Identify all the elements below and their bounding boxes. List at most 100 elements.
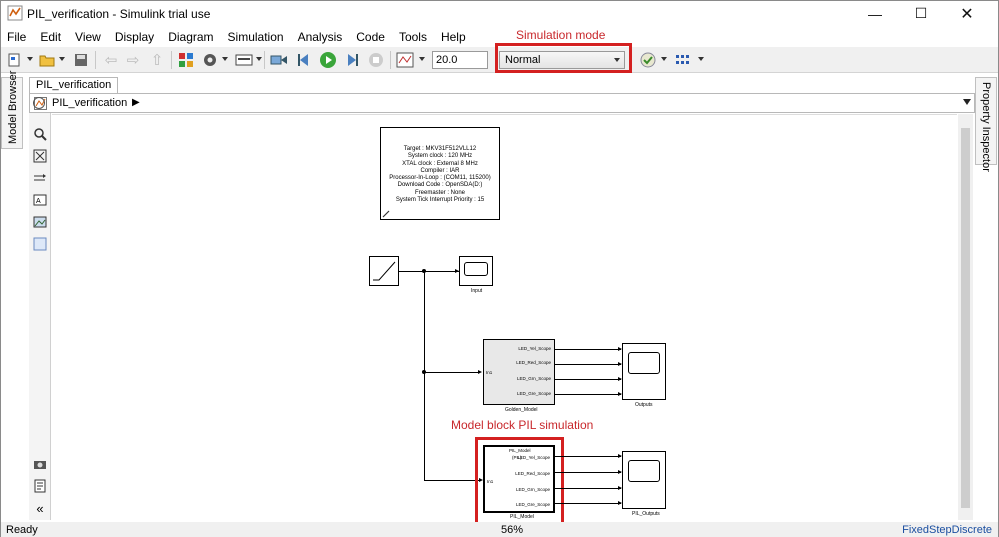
vertical-scrollbar[interactable] — [958, 114, 973, 520]
golden-port-3: LED_Grn_Scope — [516, 376, 551, 381]
step-backward-icon[interactable] — [294, 50, 314, 70]
model-browser-tab[interactable]: Model Browser — [1, 71, 23, 149]
collapse-palette-icon[interactable]: « — [33, 501, 47, 516]
golden-port-4: LED_Gre_Scope — [516, 391, 551, 396]
step-back-icon[interactable] — [269, 50, 289, 70]
library-browser-icon[interactable] — [176, 50, 196, 70]
pil-outputs-scope-block[interactable] — [622, 451, 666, 509]
golden-port-1: LED_Yel_Scope — [518, 346, 551, 351]
title-bar: PIL_verification - Simulink trial use — … — [1, 1, 998, 26]
signal-line — [399, 271, 459, 272]
pil-outputs-scope-label: PIL_Outputs — [632, 511, 660, 517]
ramp-icon — [373, 261, 396, 281]
simulation-mode-highlight — [495, 43, 632, 73]
arrowhead-icon — [478, 370, 482, 374]
up-arrow-icon[interactable]: ⇧ — [147, 50, 167, 70]
signal-line — [555, 394, 621, 395]
annotation-icon[interactable]: A — [33, 193, 47, 207]
property-inspector-tab[interactable]: Property Inspector — [975, 77, 997, 172]
save-icon[interactable] — [71, 50, 91, 70]
branch-point — [422, 370, 426, 374]
pencil-icon — [382, 210, 390, 218]
forward-arrow-icon[interactable]: ⇨ — [123, 50, 143, 70]
solver-link[interactable]: FixedStepDiscrete — [902, 524, 992, 536]
menu-tools[interactable]: Tools — [399, 30, 427, 44]
golden-model-in-port: In1 — [486, 370, 493, 375]
menu-analysis[interactable]: Analysis — [298, 30, 343, 44]
menu-edit[interactable]: Edit — [40, 30, 61, 44]
signal-line — [555, 456, 621, 457]
stop-time-field[interactable] — [432, 51, 488, 69]
fit-to-view-icon[interactable] — [33, 149, 47, 163]
menu-view[interactable]: View — [75, 30, 101, 44]
signal-line — [555, 349, 621, 350]
menu-display[interactable]: Display — [115, 30, 154, 44]
area-icon[interactable] — [33, 237, 47, 251]
breadcrumb[interactable]: PIL_verification — [52, 97, 127, 109]
camera-icon[interactable] — [33, 457, 47, 471]
signal-scope-icon[interactable] — [395, 50, 415, 70]
minimize-button[interactable]: — — [852, 1, 898, 26]
window-title: PIL_verification - Simulink trial use — [27, 7, 211, 21]
pil-model-highlight — [475, 437, 564, 526]
outputs-scope-label: Outputs — [635, 402, 653, 408]
maximize-button[interactable]: ☐ — [898, 1, 944, 26]
input-scope-block[interactable] — [459, 256, 493, 286]
zoom-level: 56% — [501, 524, 524, 536]
report-icon[interactable] — [33, 479, 47, 493]
signal-line — [424, 372, 480, 373]
arrow-connect-icon[interactable] — [33, 171, 47, 185]
breadcrumb-arrow-icon[interactable]: ▶ — [132, 97, 140, 108]
open-folder-icon[interactable] — [37, 50, 57, 70]
model-info-text: Target : MKV31F512VLL12 System clock : 1… — [389, 146, 491, 204]
ramp-source-block[interactable] — [369, 256, 399, 286]
breadcrumb-bar: PIL_verification ▶ — [29, 93, 975, 113]
signal-line — [555, 472, 621, 473]
menu-file[interactable]: File — [7, 30, 26, 44]
signal-line — [555, 488, 621, 489]
simulink-app-icon — [7, 5, 23, 21]
simulation-mode-annotation: Simulation mode — [516, 28, 606, 42]
model-settings-gear-icon[interactable] — [200, 50, 220, 70]
golden-port-2: LED_Red_Scope — [516, 360, 551, 365]
menu-diagram[interactable]: Diagram — [168, 30, 213, 44]
signal-branch-line — [424, 271, 425, 480]
model-explorer-icon[interactable] — [234, 50, 254, 70]
outputs-scope-block[interactable] — [622, 343, 666, 400]
signal-line — [555, 503, 621, 504]
run-icon[interactable] — [318, 50, 338, 70]
model-info-block[interactable]: Target : MKV31F512VLL12 System clock : 1… — [380, 127, 500, 220]
golden-model-block[interactable]: In1 LED_Yel_Scope LED_Red_Scope LED_Grn_… — [483, 339, 555, 405]
close-button[interactable]: ✕ — [944, 1, 990, 26]
breadcrumb-menu-chevron-icon[interactable] — [963, 99, 971, 105]
scrollbar-thumb[interactable] — [961, 128, 970, 508]
simulink-window: PIL_verification - Simulink trial use — … — [0, 0, 999, 537]
property-inspector-label: Property Inspector — [980, 82, 992, 172]
scope-screen-icon — [464, 262, 488, 276]
diagram-canvas[interactable]: Target : MKV31F512VLL12 System clock : 1… — [52, 114, 957, 526]
step-forward-icon[interactable] — [342, 50, 362, 70]
scope-screen-icon — [628, 352, 660, 374]
editor-tab-strip: PIL_verification — [25, 77, 973, 93]
scope-screen-icon — [628, 460, 660, 482]
menu-help[interactable]: Help — [441, 30, 466, 44]
input-scope-label: Input — [471, 288, 483, 294]
data-grid-icon[interactable] — [674, 50, 694, 70]
stop-icon[interactable] — [366, 50, 386, 70]
palette: A « — [29, 113, 51, 520]
model-advisor-check-icon[interactable] — [638, 50, 658, 70]
tab-pil-verification[interactable]: PIL_verification — [29, 77, 119, 93]
back-arrow-icon[interactable]: ⇦ — [101, 50, 121, 70]
signal-line — [555, 364, 621, 365]
menu-code[interactable]: Code — [356, 30, 385, 44]
hide-browser-icon[interactable] — [33, 97, 45, 109]
svg-text:A: A — [36, 198, 41, 205]
model-browser-label: Model Browser — [7, 70, 19, 144]
new-model-icon[interactable] — [5, 50, 25, 70]
image-icon[interactable] — [33, 215, 47, 229]
menu-simulation[interactable]: Simulation — [228, 30, 284, 44]
signal-line — [424, 480, 481, 481]
zoom-icon[interactable] — [33, 127, 47, 141]
golden-model-label: Golden_Model — [505, 407, 538, 413]
status-bar: Ready 56% FixedStepDiscrete — [1, 522, 998, 537]
